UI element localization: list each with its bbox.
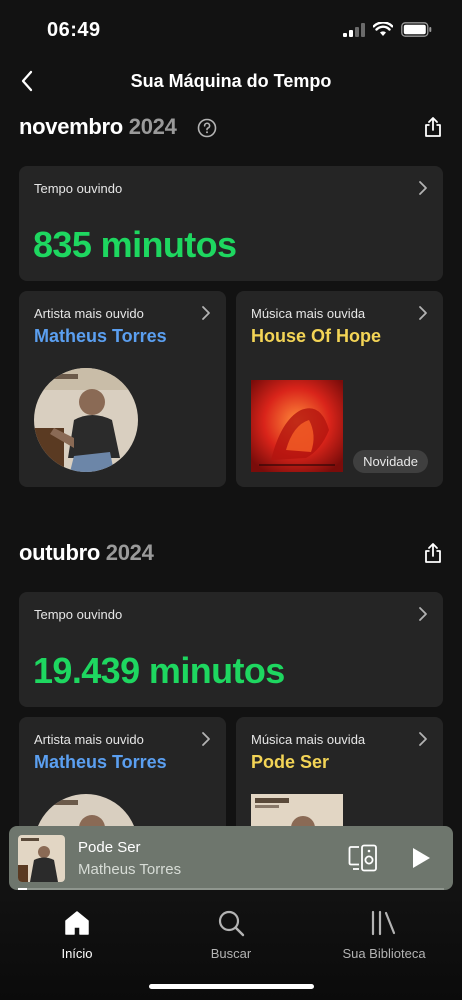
top-song-label: Música mais ouvida (251, 306, 366, 321)
playback-progress-fill (18, 888, 27, 890)
top-song-label: Música mais ouvida (251, 732, 366, 747)
tab-label: Buscar (210, 946, 252, 961)
tab-label: Sua Biblioteca (342, 946, 426, 961)
play-icon[interactable] (410, 846, 432, 875)
help-icon[interactable] (197, 118, 217, 143)
home-indicator (149, 984, 314, 989)
artist-avatar (34, 794, 138, 826)
month-header: outubro 2024 (0, 530, 462, 580)
top-song-name: Pode Ser (251, 752, 330, 772)
album-cover (251, 380, 343, 472)
time-listened-value: 835 minutos (33, 224, 237, 265)
chevron-right-icon (201, 305, 211, 326)
connect-device-icon[interactable] (348, 844, 378, 877)
share-icon[interactable] (424, 542, 442, 569)
chevron-right-icon (418, 606, 428, 627)
top-artist-label: Artista mais ouvido (34, 732, 144, 747)
tab-search[interactable]: Buscar (161, 906, 301, 961)
top-artist-name: Matheus Torres (34, 752, 167, 772)
tab-library[interactable]: Sua Biblioteca (314, 906, 454, 961)
month-year: 2024 (128, 114, 177, 139)
home-icon (7, 906, 147, 940)
wifi-icon (372, 21, 394, 42)
playback-progress[interactable] (18, 888, 444, 890)
tab-bar: Início Buscar Sua Biblioteca (0, 892, 462, 1000)
chevron-right-icon (201, 731, 211, 752)
status-icons (343, 21, 432, 42)
album-cover (251, 794, 343, 826)
month-section-november: novembro 2024 Tempo ouvindo 835 minutos … (0, 104, 462, 504)
now-playing-artist: Matheus Torres (78, 861, 182, 878)
chevron-right-icon (418, 731, 428, 752)
header: Sua Máquina do Tempo (0, 62, 462, 104)
top-artist-card[interactable]: Artista mais ouvido Matheus Torres (19, 717, 226, 826)
now-playing-cover (18, 835, 65, 882)
time-listened-card[interactable]: Tempo ouvindo 19.439 minutos (19, 592, 443, 707)
now-playing-title: Pode Ser (78, 839, 141, 856)
tab-home[interactable]: Início (7, 906, 147, 961)
top-artist-name: Matheus Torres (34, 326, 167, 346)
cellular-signal-icon (343, 22, 365, 42)
status-bar: 06:49 (0, 0, 462, 60)
month-title: outubro 2024 (19, 540, 154, 566)
time-listened-value: 19.439 minutos (33, 650, 285, 691)
chevron-right-icon (418, 180, 428, 201)
month-name: novembro (19, 114, 123, 139)
month-header: novembro 2024 (0, 104, 462, 154)
top-artist-card[interactable]: Artista mais ouvido Matheus Torres (19, 291, 226, 487)
page-title: Sua Máquina do Tempo (130, 71, 332, 91)
month-name: outubro (19, 540, 100, 565)
month-year: 2024 (105, 540, 154, 565)
artist-avatar (34, 368, 138, 472)
top-artist-label: Artista mais ouvido (34, 306, 144, 321)
top-song-card[interactable]: Música mais ouvida Pode Ser (236, 717, 443, 826)
share-icon[interactable] (424, 116, 442, 143)
time-machine-content[interactable]: novembro 2024 Tempo ouvindo 835 minutos … (0, 104, 462, 826)
tab-label: Início (61, 946, 93, 961)
chevron-right-icon (418, 305, 428, 326)
mini-player[interactable]: Pode Ser Matheus Torres (9, 826, 453, 890)
time-listened-card[interactable]: Tempo ouvindo 835 minutos (19, 166, 443, 281)
top-song-name: House Of Hope (251, 326, 382, 346)
top-song-card[interactable]: Música mais ouvida House Of Hope Novidad… (236, 291, 443, 487)
library-icon (314, 906, 454, 940)
search-icon (161, 906, 301, 940)
time-listened-label: Tempo ouvindo (34, 181, 123, 196)
month-title: novembro 2024 (19, 114, 177, 140)
battery-icon (401, 22, 432, 42)
time-listened-label: Tempo ouvindo (34, 607, 123, 622)
month-section-october: outubro 2024 Tempo ouvindo 19.439 minuto… (0, 530, 462, 826)
new-release-badge: Novidade (353, 450, 428, 473)
status-time: 06:49 (47, 19, 101, 41)
